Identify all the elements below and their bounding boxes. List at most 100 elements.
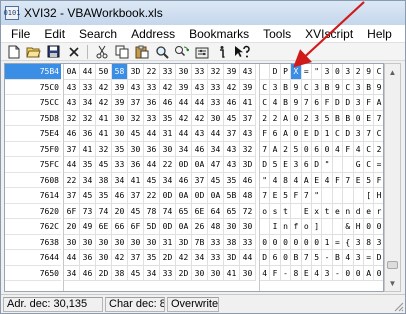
hex-cell[interactable]: 5D [144, 219, 160, 235]
text-cell[interactable]: 4 [322, 172, 333, 188]
text-cell[interactable]: 4 [270, 95, 281, 111]
text-cell[interactable]: d [353, 203, 364, 219]
text-cell[interactable] [260, 64, 271, 80]
hex-cell[interactable]: 0D [160, 219, 176, 235]
hex-cell[interactable]: 78 [144, 203, 160, 219]
hex-cell[interactable]: 39 [112, 95, 128, 111]
hex-cell[interactable]: 0A [176, 188, 192, 204]
hex-cell[interactable]: 46 [80, 265, 96, 281]
hex-cell[interactable]: 30 [96, 250, 112, 266]
hex-cell[interactable]: 42 [96, 95, 112, 111]
text-cell[interactable] [322, 188, 333, 204]
hex-cell[interactable]: 22 [144, 188, 160, 204]
hex-cell[interactable]: 43 [64, 95, 80, 111]
hex-cell[interactable]: 2D [96, 265, 112, 281]
text-cell[interactable]: 9 [291, 95, 302, 111]
hex-cell[interactable]: 33 [208, 79, 224, 95]
hex-cell[interactable]: 72 [240, 203, 256, 219]
text-cell[interactable]: 0 [270, 234, 281, 250]
hex-cell[interactable]: 49 [80, 219, 96, 235]
hex-cell[interactable]: 44 [208, 126, 224, 142]
text-cell[interactable]: D [332, 95, 344, 111]
text-cell[interactable]: E [363, 110, 375, 126]
hex-cell[interactable]: 30 [240, 265, 256, 281]
hex-cell[interactable]: 46 [64, 126, 80, 142]
hex-cell[interactable]: 44 [176, 95, 192, 111]
hex-cell[interactable]: 43 [64, 79, 80, 95]
text-cell[interactable]: 6 [301, 157, 312, 173]
menu-search[interactable]: Search [72, 25, 124, 43]
text-cell[interactable]: " [311, 188, 323, 204]
hex-cell[interactable]: 37 [64, 141, 80, 157]
paste-button[interactable] [133, 44, 150, 60]
hex-cell[interactable]: 74 [96, 203, 112, 219]
text-cell[interactable]: A [270, 141, 281, 157]
hex-cell[interactable]: 46 [192, 141, 208, 157]
text-cell[interactable]: B [332, 250, 344, 266]
text-cell[interactable]: E [311, 172, 323, 188]
text-cell[interactable]: E [270, 188, 281, 204]
text-cell[interactable]: 7 [343, 172, 354, 188]
text-cell[interactable]: C [363, 157, 375, 173]
hex-cell[interactable]: 20 [64, 219, 80, 235]
hex-cell[interactable]: 32 [208, 64, 224, 80]
hex-cell[interactable]: 45 [144, 172, 160, 188]
text-cell[interactable]: o [260, 203, 271, 219]
hex-cell[interactable]: 34 [80, 172, 96, 188]
text-cell[interactable]: 2 [260, 110, 271, 126]
text-cell[interactable]: n [343, 203, 354, 219]
hex-cell[interactable]: 30 [96, 234, 112, 250]
hex-cell[interactable]: 45 [128, 126, 144, 142]
hex-cell[interactable]: 44 [64, 250, 80, 266]
hex-cell[interactable]: 30 [208, 110, 224, 126]
text-column[interactable]: D P X = " 3 0 3 2 9 C C 3 B 9 C 3 B 9 C 3 B 9 C 4 B 9 7 6 F D D 3 F A 2 2 A 0 2… [259, 64, 383, 291]
hex-cell[interactable]: 44 [80, 64, 96, 80]
hex-cell[interactable]: 43 [240, 126, 256, 142]
hex-cell[interactable]: 39 [240, 79, 256, 95]
hex-cell[interactable]: 43 [192, 79, 208, 95]
text-cell[interactable]: ] [311, 219, 323, 235]
hex-cell[interactable]: 6E [192, 203, 208, 219]
hex-cell[interactable]: 38 [224, 234, 240, 250]
text-cell[interactable]: 3 [353, 126, 364, 142]
hex-cell[interactable]: 41 [128, 172, 144, 188]
text-cell[interactable]: D [311, 126, 323, 142]
hex-cell[interactable]: 0D [160, 188, 176, 204]
hex-cell[interactable]: 64 [208, 203, 224, 219]
text-cell[interactable]: = [301, 64, 312, 80]
text-cell[interactable]: D [343, 95, 354, 111]
scroll-up-icon[interactable]: ▲ [385, 64, 400, 80]
text-cell[interactable]: 0 [353, 110, 364, 126]
close-file-button[interactable] [65, 44, 82, 60]
hex-cell[interactable]: 42 [176, 250, 192, 266]
hex-cell[interactable]: 41 [80, 141, 96, 157]
text-cell[interactable]: D [343, 126, 354, 142]
text-cell[interactable]: 6 [311, 95, 323, 111]
text-cell[interactable]: { [343, 234, 354, 250]
text-cell[interactable]: e [363, 203, 375, 219]
text-cell[interactable]: 0 [363, 219, 375, 235]
text-cell[interactable]: 0 [291, 234, 302, 250]
text-cell[interactable]: " [322, 157, 333, 173]
hex-cell[interactable]: 35 [96, 188, 112, 204]
text-cell[interactable] [343, 157, 354, 173]
hex-cell[interactable]: 22 [160, 157, 176, 173]
hex-cell[interactable]: 37 [64, 188, 80, 204]
text-cell[interactable]: D [260, 157, 271, 173]
vertical-scrollbar[interactable]: ▲ ▼ [384, 63, 401, 292]
hex-cell[interactable]: 32 [96, 141, 112, 157]
hex-cell[interactable]: 37 [128, 250, 144, 266]
text-cell[interactable]: F [363, 95, 375, 111]
text-cell[interactable]: 6 [270, 126, 281, 142]
hex-cell[interactable]: 33 [240, 234, 256, 250]
hex-cell[interactable]: 30 [176, 64, 192, 80]
text-cell[interactable]: 4 [343, 250, 354, 266]
text-cell[interactable]: 6 [311, 141, 323, 157]
hex-cell[interactable]: 0A [176, 219, 192, 235]
text-cell[interactable]: P [280, 64, 292, 80]
hex-cell[interactable]: 6F [64, 203, 80, 219]
hex-cell[interactable]: 36 [128, 157, 144, 173]
hex-cell[interactable]: 33 [80, 79, 96, 95]
text-cell[interactable]: B [291, 250, 302, 266]
hex-cell[interactable]: 65 [176, 203, 192, 219]
